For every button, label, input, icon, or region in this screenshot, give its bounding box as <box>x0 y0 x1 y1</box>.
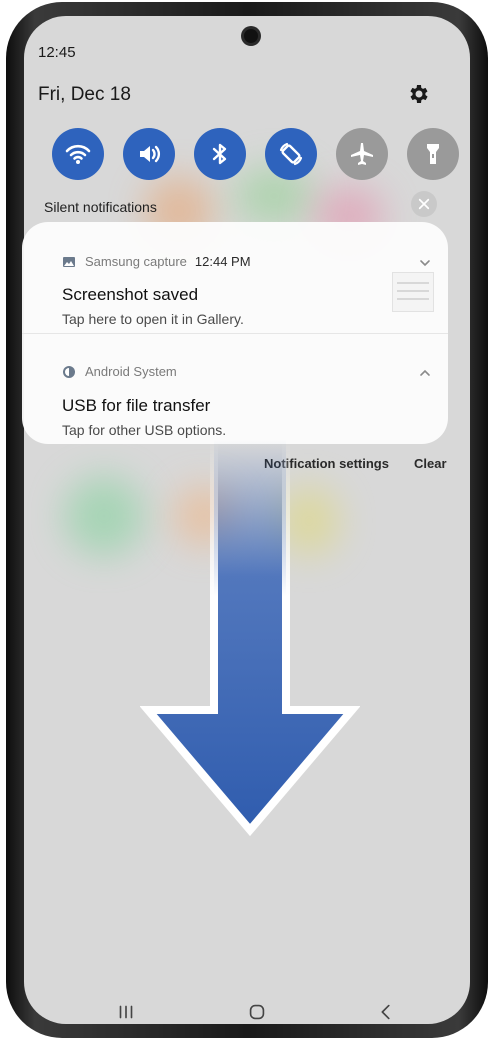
recents-icon <box>119 1005 133 1019</box>
status-time: 12:45 <box>38 44 76 61</box>
chevron-down-icon[interactable] <box>418 256 432 270</box>
swipe-down-arrow-icon <box>140 440 360 837</box>
notification-title[interactable]: Screenshot saved <box>62 285 198 305</box>
front-camera <box>244 29 258 43</box>
clear-button[interactable]: Clear <box>414 456 447 471</box>
airplane-icon <box>351 143 373 165</box>
sound-toggle[interactable] <box>123 128 175 180</box>
back-icon <box>381 1004 390 1020</box>
notification-body[interactable]: Tap for other USB options. <box>62 422 226 438</box>
rotate-icon <box>279 142 303 166</box>
chevron-up-icon[interactable] <box>418 366 432 380</box>
auto-rotate-toggle[interactable] <box>265 128 317 180</box>
speaker-icon <box>140 145 161 163</box>
recent-apps-button[interactable] <box>114 1000 138 1024</box>
bluetooth-icon <box>212 143 227 165</box>
android-system-icon <box>63 365 75 378</box>
notification-title[interactable]: USB for file transfer <box>62 396 210 416</box>
app-name: Android System <box>85 364 177 379</box>
status-date: Fri, Dec 18 <box>38 84 131 105</box>
notification-body[interactable]: Tap here to open it in Gallery. <box>62 311 244 327</box>
wifi-toggle[interactable] <box>52 128 104 180</box>
app-name: Samsung capture <box>85 254 187 269</box>
flashlight-toggle[interactable] <box>407 128 459 180</box>
screenshot-thumbnail[interactable] <box>392 272 434 312</box>
notification-divider <box>22 333 448 334</box>
home-icon <box>249 1004 265 1020</box>
dismiss-all-button[interactable] <box>411 191 437 217</box>
section-label: Silent notifications <box>44 199 157 215</box>
background-blur <box>64 476 144 556</box>
flashlight-icon <box>427 144 439 164</box>
back-button[interactable] <box>374 1000 398 1024</box>
bluetooth-toggle[interactable] <box>194 128 246 180</box>
notification-header-android-system: Android System <box>62 364 177 379</box>
gallery-icon <box>63 256 75 267</box>
home-button[interactable] <box>245 1000 269 1024</box>
settings-gear-icon[interactable] <box>406 82 430 106</box>
airplane-mode-toggle[interactable] <box>336 128 388 180</box>
notification-time: 12:44 PM <box>194 254 251 269</box>
wifi-icon <box>65 144 91 164</box>
notification-header-samsung-capture: Samsung capture 12:44 PM <box>62 254 251 269</box>
close-icon <box>418 198 430 210</box>
